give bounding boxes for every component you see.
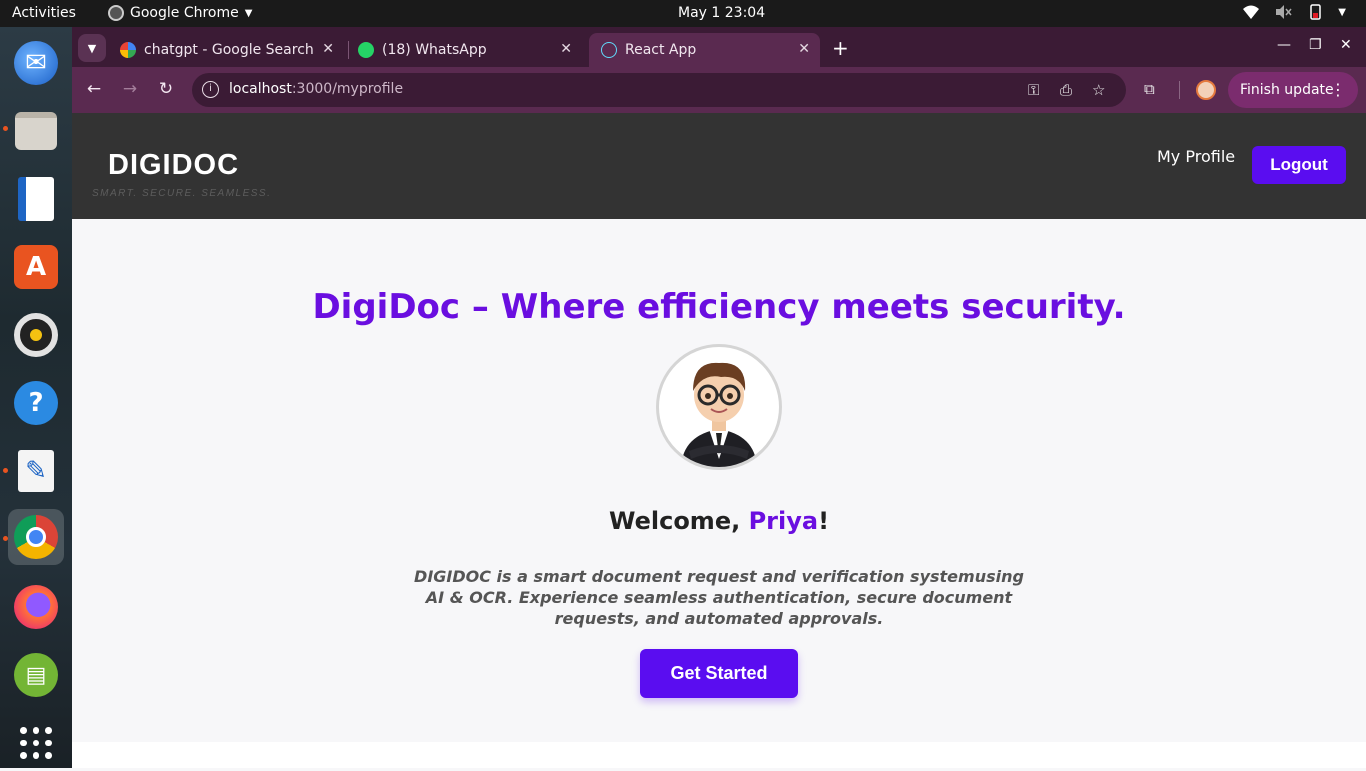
app-menu[interactable]: Google Chrome ▼ — [108, 5, 252, 21]
browser-toolbar: ← → ↻ i localhost:3000/myprofile ⚿ ⎙ ☆ ⧉… — [72, 67, 1366, 113]
welcome-prefix: Welcome, — [608, 507, 749, 535]
files-icon — [15, 112, 57, 150]
get-started-button[interactable]: Get Started — [640, 649, 798, 698]
back-button[interactable]: ← — [83, 79, 105, 99]
dock-app-center[interactable]: A — [8, 239, 64, 295]
dock-software-updater[interactable]: ▤ — [8, 647, 64, 703]
activities-button[interactable]: Activities — [12, 5, 76, 21]
finish-update-label: Finish update — [1240, 82, 1334, 98]
cartoon-businessman-avatar — [681, 362, 757, 467]
app-grid-icon — [20, 727, 52, 759]
web-page: DIGIDOC SMART. SECURE. SEAMLESS. My Prof… — [72, 113, 1366, 742]
chevron-down-icon: ▼ — [87, 41, 97, 55]
tab-whatsapp[interactable]: (18) WhatsApp ✕ — [346, 33, 582, 67]
bookmark-star-icon[interactable]: ☆ — [1092, 81, 1105, 99]
address-bar[interactable]: i localhost:3000/myprofile ⚿ ⎙ ☆ — [192, 73, 1126, 107]
nav-my-profile-link[interactable]: My Profile — [1157, 147, 1235, 166]
wifi-icon — [1243, 5, 1260, 19]
site-info-icon[interactable]: i — [202, 81, 219, 98]
user-avatar — [656, 344, 782, 470]
extensions-puzzle-icon[interactable]: ⧉ — [1144, 80, 1155, 98]
minimize-window-icon[interactable]: — — [1277, 37, 1291, 53]
install-app-icon[interactable]: ⎙ — [1060, 81, 1072, 99]
brand-logo[interactable]: DIGIDOC — [108, 149, 239, 182]
toolbar-divider — [1179, 81, 1180, 99]
system-top-bar: Activities Google Chrome ▼ May 1 23:04 ▼ — [0, 0, 1366, 27]
site-header: DIGIDOC SMART. SECURE. SEAMLESS. My Prof… — [72, 113, 1366, 219]
welcome-suffix: ! — [818, 507, 830, 535]
battery-icon — [1310, 4, 1322, 20]
react-favicon — [601, 42, 617, 58]
thunderbird-icon: ✉ — [14, 41, 58, 85]
page-footer-area — [72, 742, 1366, 768]
close-tab-icon[interactable]: ✕ — [322, 41, 334, 57]
close-tab-icon[interactable]: ✕ — [798, 41, 810, 57]
help-icon: ? — [14, 381, 58, 425]
tab-google-search[interactable]: chatgpt - Google Search ✕ — [108, 33, 344, 67]
logout-button[interactable]: Logout — [1252, 146, 1346, 184]
dock-firefox[interactable] — [8, 579, 64, 635]
whatsapp-favicon — [358, 42, 374, 58]
app-center-icon: A — [14, 245, 58, 289]
chevron-down-icon: ▼ — [244, 7, 253, 19]
tab-react-app[interactable]: React App ✕ — [589, 33, 820, 67]
text-editor-icon: ✎ — [18, 450, 54, 492]
more-options-icon: ⋮ — [1330, 80, 1346, 99]
finish-update-button[interactable]: Finish update ⋮ — [1228, 72, 1358, 108]
reload-button[interactable]: ↻ — [155, 79, 177, 99]
dock-text-editor[interactable]: ✎ — [8, 443, 64, 499]
dock-files[interactable] — [8, 103, 64, 159]
dock-chrome[interactable] — [8, 509, 64, 565]
power-menu-icon: ▼ — [1338, 6, 1346, 18]
new-tab-button[interactable]: + — [832, 36, 849, 60]
dock-show-apps[interactable] — [8, 715, 64, 771]
dock-writer[interactable] — [8, 171, 64, 227]
tab-search-button[interactable]: ▼ — [78, 34, 106, 62]
chrome-icon — [14, 515, 58, 559]
close-tab-icon[interactable]: ✕ — [560, 41, 572, 57]
user-name: Priya — [748, 507, 819, 535]
software-updater-icon: ▤ — [14, 653, 58, 697]
description-text: DIGIDOC is a smart document request and … — [414, 567, 1024, 628]
tab-title: (18) WhatsApp — [382, 42, 487, 58]
ubuntu-dock: ✉ A ? ✎ ▤ — [0, 27, 72, 768]
system-tray[interactable]: ▼ — [1242, 4, 1346, 20]
google-favicon — [120, 42, 136, 58]
welcome-heading: Welcome, Priya! — [72, 507, 1366, 535]
url-text[interactable]: localhost:3000/myprofile — [229, 81, 403, 97]
speaker-icon — [14, 313, 58, 357]
profile-avatar[interactable] — [1196, 80, 1216, 100]
dock-thunderbird[interactable]: ✉ — [8, 35, 64, 91]
forward-button[interactable]: → — [119, 79, 141, 99]
hero-title: DigiDoc – Where efficiency meets securit… — [312, 287, 1126, 327]
chrome-app-icon — [108, 5, 124, 21]
brand-tagline: SMART. SECURE. SEAMLESS. — [92, 188, 272, 199]
app-menu-label: Google Chrome — [130, 5, 239, 21]
firefox-icon — [14, 585, 58, 629]
dock-rhythmbox[interactable] — [8, 307, 64, 363]
dock-help[interactable]: ? — [8, 375, 64, 431]
writer-document-icon — [18, 177, 54, 221]
close-window-icon[interactable]: ✕ — [1340, 37, 1352, 53]
restore-window-icon[interactable]: ❐ — [1309, 37, 1322, 53]
tab-title: chatgpt - Google Search — [144, 42, 314, 58]
clock[interactable]: May 1 23:04 — [678, 5, 765, 21]
volume-muted-icon — [1276, 5, 1292, 19]
tab-title: React App — [625, 42, 697, 58]
browser-tab-strip: ▼ chatgpt - Google Search ✕ (18) WhatsAp… — [72, 27, 1366, 67]
password-key-icon[interactable]: ⚿ — [1028, 81, 1039, 99]
